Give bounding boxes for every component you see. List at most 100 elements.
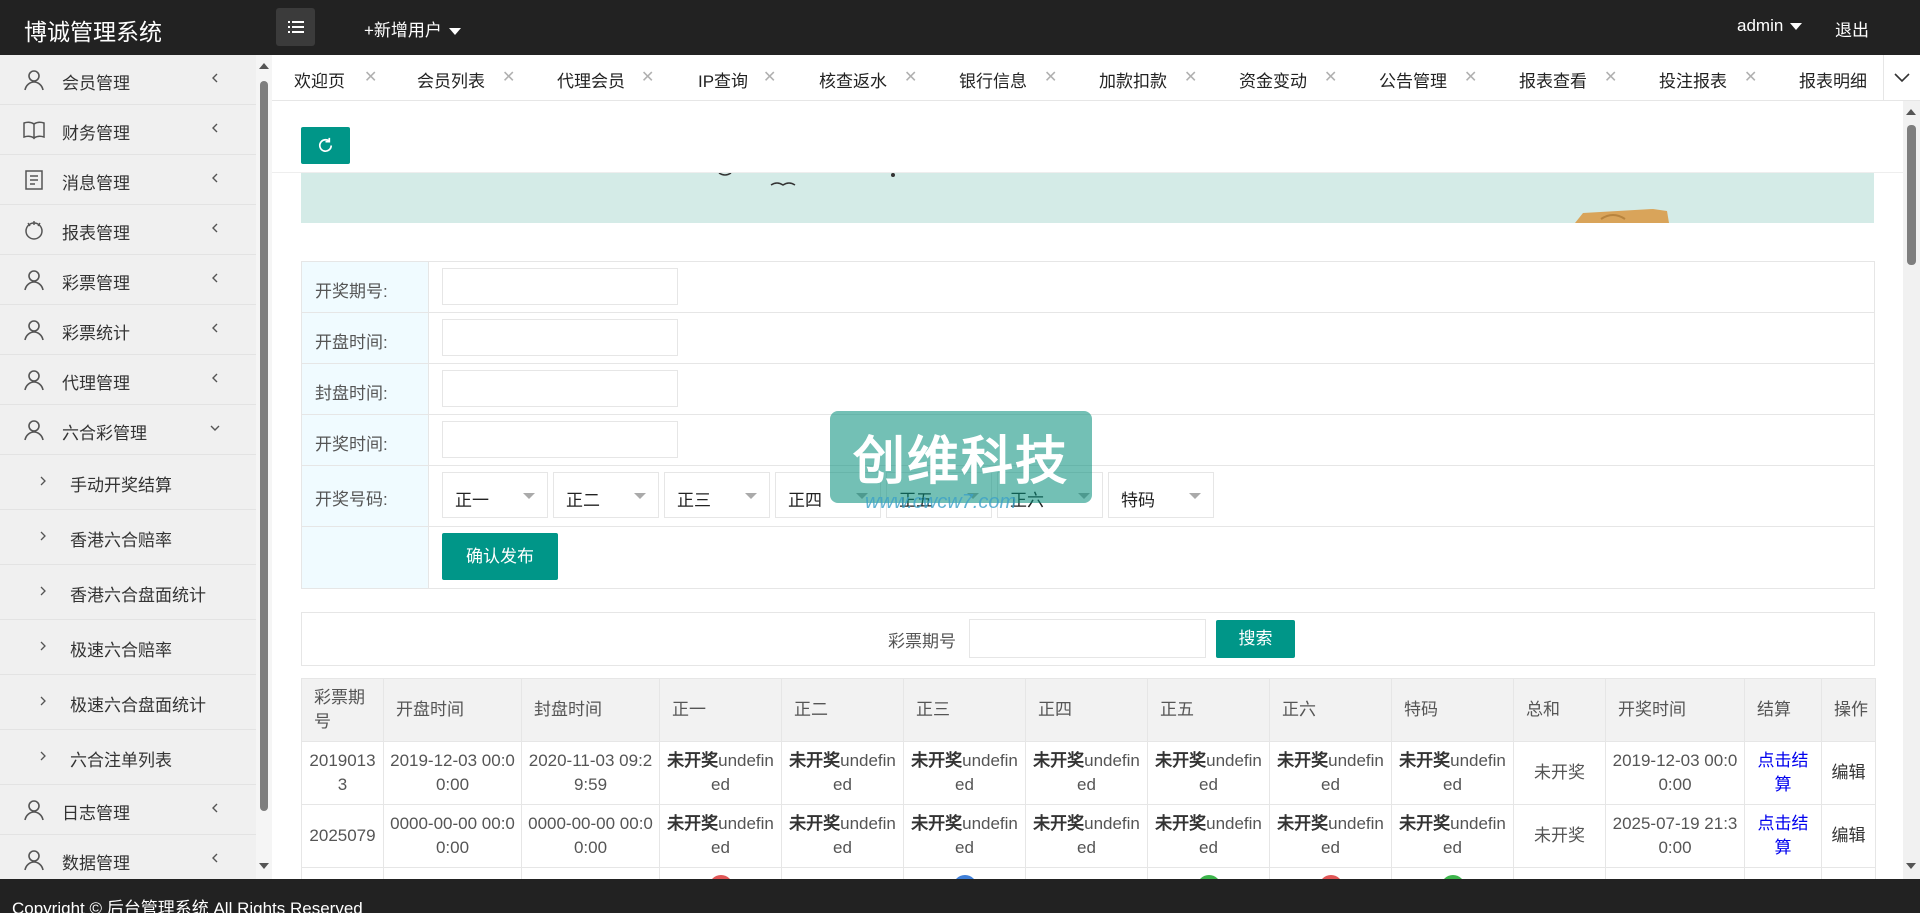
sidebar-scrollbar[interactable] xyxy=(256,55,272,879)
tab-label: 加款扣款 xyxy=(1099,72,1167,91)
tab-bar: 欢迎页 ✕ 会员列表 ✕ 代理会员 ✕ IP查询 ✕ 核查返水 ✕ 银行信息 ✕ 加款扣款 ✕… xyxy=(272,55,1883,101)
sidebar-item-data[interactable]: 数据管理 xyxy=(0,835,256,879)
sidebar-subitem-fast-stats[interactable]: 极速六合盘面统计 xyxy=(0,675,256,730)
close-icon[interactable]: ✕ xyxy=(1044,67,1057,87)
book-icon xyxy=(23,121,45,140)
number-cell: 未开奖undefined xyxy=(903,804,1026,868)
close-icon[interactable]: ✕ xyxy=(364,67,377,87)
undefined-text: undefined xyxy=(1321,814,1384,857)
undefined-text: undefined xyxy=(833,751,896,794)
close-icon[interactable]: ✕ xyxy=(1184,67,1197,87)
publish-button[interactable]: 确认发布 xyxy=(442,533,558,580)
sidebar-item-lottery-stats[interactable]: 彩票统计 xyxy=(0,305,256,355)
footer: Copyright © 后台管理系统 All Rights Reserved xyxy=(0,879,1920,913)
close-icon[interactable]: ✕ xyxy=(1744,67,1757,87)
close-time-input[interactable] xyxy=(442,370,678,407)
select-special[interactable]: 特码 xyxy=(1108,472,1214,518)
tab-more-button[interactable] xyxy=(1883,55,1920,101)
settle-cell: 点击结算 xyxy=(1744,741,1822,805)
add-user-label: +新增用户 xyxy=(364,21,442,40)
settle-link[interactable]: 点击结算 xyxy=(1758,814,1809,857)
sum-cell: 未开奖 xyxy=(1513,741,1606,805)
settle-link[interactable]: 点击结算 xyxy=(1758,751,1809,794)
scroll-up-icon[interactable] xyxy=(1906,109,1916,115)
issue-row: 开奖期号: xyxy=(302,262,1874,313)
sidebar-subitem-fast-odds[interactable]: 极速六合赔率 xyxy=(0,620,256,675)
not-drawn-text: 未开奖 xyxy=(1033,814,1085,833)
issue-label: 开奖期号: xyxy=(315,282,388,301)
close-icon[interactable]: ✕ xyxy=(1464,67,1477,87)
sidebar-item-label: 消息管理 xyxy=(62,174,130,193)
refresh-button[interactable] xyxy=(301,127,350,164)
sidebar-subitem-hk-odds[interactable]: 香港六合赔率 xyxy=(0,510,256,565)
number-cell: 未开奖undefined xyxy=(1391,804,1514,868)
add-user-dropdown[interactable]: +新增用户 xyxy=(364,16,461,41)
issue-cell: 2025079 xyxy=(301,804,384,868)
table-row: 2025079 0000-00-00 00:00:00 0000-00-00 0… xyxy=(301,804,1876,868)
not-drawn-text: 未开奖 xyxy=(1155,814,1207,833)
scroll-down-icon[interactable] xyxy=(1906,863,1916,869)
select-zheng-1[interactable]: 正一 xyxy=(442,472,548,518)
search-button[interactable]: 搜索 xyxy=(1216,620,1295,658)
scroll-up-icon[interactable] xyxy=(259,63,269,69)
admin-dropdown[interactable]: admin xyxy=(1737,16,1803,36)
number-cell: 未开奖undefined xyxy=(1147,741,1270,805)
sidebar-item-logs[interactable]: 日志管理 xyxy=(0,785,256,835)
tab-label: 报表明细 xyxy=(1799,72,1867,91)
issue-input[interactable] xyxy=(442,268,678,305)
scrollbar-thumb[interactable] xyxy=(1907,125,1916,265)
sidebar-subitem-bet-list[interactable]: 六合注单列表 xyxy=(0,730,256,785)
user-icon xyxy=(24,850,44,871)
column-header: 正三 xyxy=(903,678,1026,742)
sidebar-item-reports[interactable]: 报表管理 xyxy=(0,205,256,255)
open-time-input[interactable] xyxy=(442,319,678,356)
table-cell xyxy=(1025,867,1148,879)
close-time-row: 封盘时间: xyxy=(302,364,1874,415)
number-cell: 未开奖undefined xyxy=(781,804,904,868)
column-header: 正二 xyxy=(781,678,904,742)
sidebar-subitem-hk-stats[interactable]: 香港六合盘面统计 xyxy=(0,565,256,620)
table-cell xyxy=(1391,867,1514,879)
close-icon[interactable]: ✕ xyxy=(1604,67,1617,87)
open-time-row: 开盘时间: xyxy=(302,313,1874,364)
close-time-label: 封盘时间: xyxy=(315,384,388,403)
close-icon[interactable]: ✕ xyxy=(1324,67,1337,87)
close-icon[interactable]: ✕ xyxy=(904,67,917,87)
close-icon[interactable]: ✕ xyxy=(641,67,654,87)
sidebar-item-agents[interactable]: 代理管理 xyxy=(0,355,256,405)
sidebar-item-members[interactable]: 会员管理 xyxy=(0,55,256,105)
tab-label: 投注报表 xyxy=(1659,72,1727,91)
menu-toggle-button[interactable] xyxy=(276,8,315,46)
numbers-label: 开奖号码: xyxy=(315,490,388,509)
search-input[interactable] xyxy=(969,619,1206,658)
sidebar-subitem-manual-draw[interactable]: 手动开奖结算 xyxy=(0,455,256,510)
not-drawn-text: 未开奖 xyxy=(667,814,719,833)
number-cell: 未开奖undefined xyxy=(1391,741,1514,805)
sidebar-item-finance[interactable]: 财务管理 xyxy=(0,105,256,155)
draw-time-label: 开奖时间: xyxy=(315,435,388,454)
issue-label-cell: 开奖期号: xyxy=(302,262,429,312)
sidebar-item-mark-six[interactable]: 六合彩管理 xyxy=(0,405,256,455)
scroll-down-icon[interactable] xyxy=(259,863,269,869)
scrollbar-thumb[interactable] xyxy=(260,81,268,811)
logout-link[interactable]: 退出 xyxy=(1835,16,1869,41)
undefined-text: undefined xyxy=(1077,814,1140,857)
edit-link[interactable]: 编辑 xyxy=(1832,763,1866,782)
edit-link[interactable]: 编辑 xyxy=(1832,826,1866,845)
column-header: 结算 xyxy=(1744,678,1822,742)
select-zheng-2[interactable]: 正二 xyxy=(553,472,659,518)
sidebar-subitem-label: 香港六合盘面统计 xyxy=(70,586,206,605)
draw-time-input[interactable] xyxy=(442,421,678,458)
main-scrollbar[interactable] xyxy=(1903,101,1920,879)
select-zheng-3[interactable]: 正三 xyxy=(664,472,770,518)
sidebar-item-messages[interactable]: 消息管理 xyxy=(0,155,256,205)
sidebar-item-lottery[interactable]: 彩票管理 xyxy=(0,255,256,305)
sidebar-subitem-label: 极速六合盘面统计 xyxy=(70,696,206,715)
close-icon[interactable]: ✕ xyxy=(763,67,776,87)
user-icon xyxy=(24,800,44,821)
open-time-cell: 2019-12-03 00:00:00 xyxy=(383,741,522,805)
message-icon xyxy=(25,170,43,190)
table-cell xyxy=(1605,867,1745,879)
sum-cell: 未开奖 xyxy=(1513,804,1606,868)
close-icon[interactable]: ✕ xyxy=(502,67,515,87)
